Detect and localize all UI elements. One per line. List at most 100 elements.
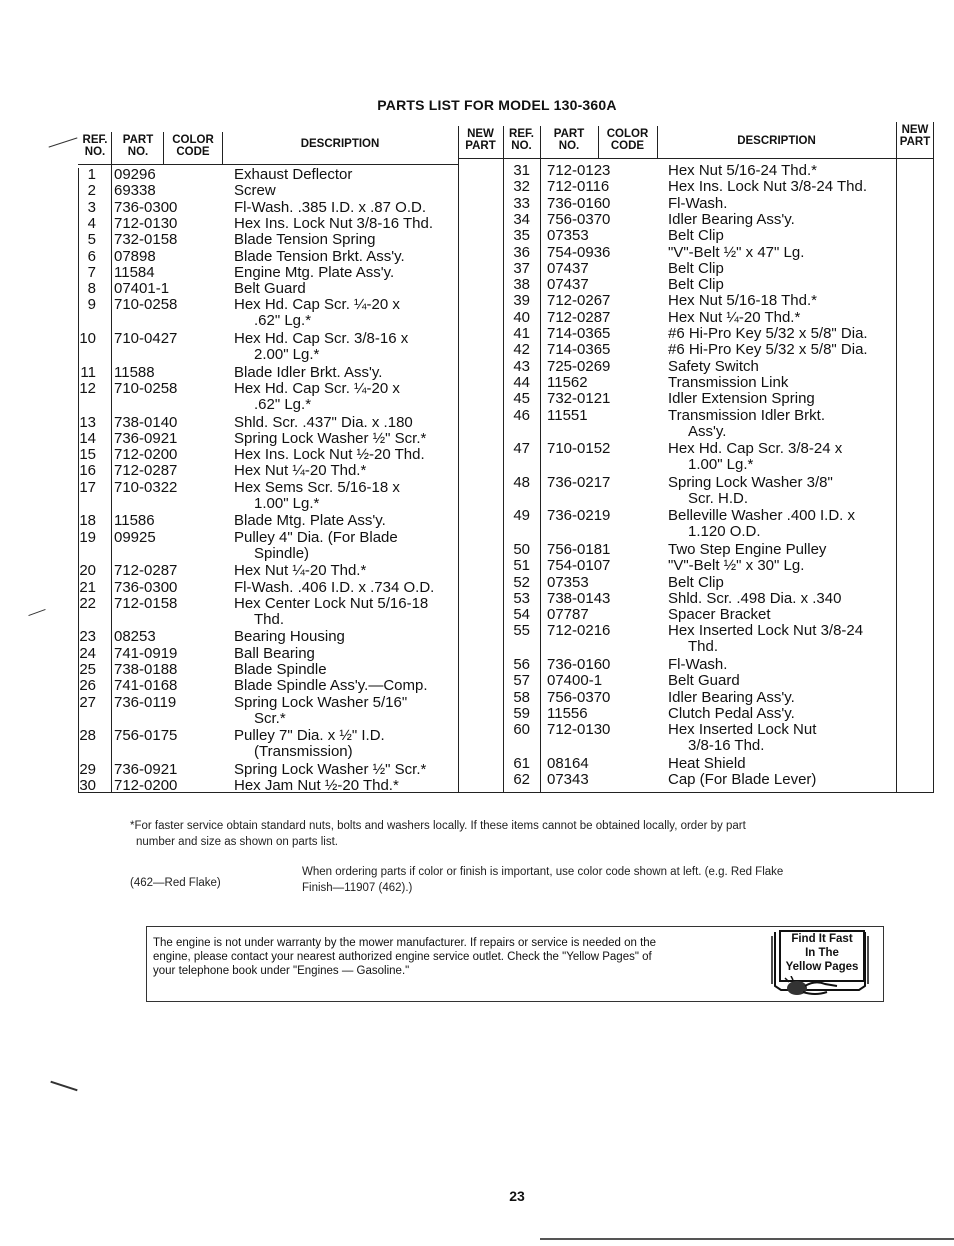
description-line: Belt Clip <box>668 259 724 277</box>
col-divider-new-part-left <box>458 126 459 792</box>
part-description: Blade Tension Spring <box>234 232 376 248</box>
part-description: Hex Nut ¼-20 Thd.* <box>234 563 366 579</box>
part-description: Safety Switch <box>668 358 759 375</box>
part-number: 712-0200 <box>114 777 178 795</box>
description-line: Hex Inserted Lock Nut <box>668 721 817 739</box>
ref-number: 15 <box>79 446 96 464</box>
ref-number: 29 <box>79 760 96 778</box>
part-number: 725-0269 <box>547 357 611 375</box>
header-ref-no-right: REF. NO. <box>503 128 540 152</box>
description-line: Blade Tension Brkt. Ass'y. <box>234 247 405 265</box>
part-number: 712-0287 <box>114 562 178 580</box>
part-description: Hex Ins. Lock Nut 3/8-16 Thd. <box>234 215 433 232</box>
part-description: Hex Center Lock Nut 5/16-18 Thd. <box>234 595 428 628</box>
ref-number: 53 <box>513 589 530 607</box>
part-number: 09296 <box>114 166 156 183</box>
part-description: Hex Hd. Cap Scr. ¼-20 x .62" Lg.* <box>234 297 400 329</box>
header-new-line2: PART <box>899 136 931 148</box>
description-line: Blade Idler Brkt. Ass'y. <box>234 363 383 381</box>
color-footnote: When ordering parts if color or finish i… <box>302 864 902 896</box>
table-bottom-border <box>78 792 934 793</box>
ref-number: 38 <box>513 276 530 294</box>
ref-number: 61 <box>513 754 530 772</box>
description-line: Belt Guard <box>234 280 306 298</box>
description-line: Belt Clip <box>668 573 724 591</box>
part-number: 11556 <box>547 704 588 722</box>
part-number: 07437 <box>547 276 589 294</box>
part-description: Spring Lock Washer 5/16" Scr.* <box>234 694 407 727</box>
ref-number: 45 <box>513 390 530 408</box>
description-line: Shld. Scr. .437" Dia. x .180 <box>234 413 413 431</box>
description-line: (Transmission) <box>254 743 353 761</box>
part-number: 712-0287 <box>547 308 611 326</box>
description-line: Spring Lock Washer 3/8" <box>668 473 833 491</box>
part-number: 712-0267 <box>547 292 611 310</box>
header-ref-line2: NO. <box>84 146 106 158</box>
ref-number: 19 <box>79 528 96 546</box>
part-number: 736-0160 <box>547 194 611 212</box>
header-part-line2: NO. <box>558 140 580 152</box>
badge-line3: Yellow Pages <box>785 961 859 973</box>
asterisk-footnote-line1: *For faster service obtain standard nuts… <box>130 820 746 832</box>
part-description: Hex Sems Scr. 5/16-18 x 1.00" Lg.* <box>234 478 400 512</box>
part-description: Idler Bearing Ass'y. <box>668 210 795 228</box>
description-line: Pulley 7" Dia. x ½" I.D. <box>234 727 385 745</box>
part-number: 756-0370 <box>547 688 611 706</box>
engine-warranty-text: The engine is not under warranty by the … <box>153 936 769 978</box>
part-description: Spring Lock Washer ½" Scr.* <box>234 430 426 447</box>
part-description: Hex Jam Nut ½-20 Thd.* <box>234 778 399 794</box>
header-description-right: DESCRIPTION <box>737 135 816 147</box>
part-number: 11551 <box>547 406 588 424</box>
header-color-line2: CODE <box>176 146 210 158</box>
part-number: 07353 <box>547 227 589 245</box>
part-description: Fl-Wash. .406 I.D. x .734 O.D. <box>234 579 434 596</box>
ref-number: 58 <box>513 688 530 706</box>
part-description: Transmission Idler Brkt. Ass'y. <box>668 407 825 440</box>
header-part-no-left: PART NO. <box>112 134 164 158</box>
ref-number: 9 <box>87 296 96 314</box>
part-number: 712-0287 <box>114 462 178 480</box>
part-number: 11584 <box>114 263 155 281</box>
ref-number: 35 <box>513 227 530 245</box>
description-line: Hex Nut ¼-20 Thd.* <box>234 462 367 480</box>
header-color-code-right: COLOR CODE <box>598 128 657 152</box>
part-description: Pulley 4" Dia. (For Blade Spindle) <box>234 529 398 562</box>
header-divider-right <box>458 158 934 159</box>
page-title: PARTS LIST FOR MODEL 130-360A <box>377 97 617 113</box>
part-description: Clutch Pedal Ass'y. <box>668 704 795 722</box>
part-description: Hex Nut 5/16-24 Thd.* <box>668 163 817 179</box>
part-description: Shld. Scr. .498 Dia. x .340 <box>668 590 841 607</box>
part-number: 756-0175 <box>114 727 178 745</box>
part-number: 710-0322 <box>114 478 178 496</box>
description-line: Fl-Wash. <box>668 656 728 673</box>
asterisk-footnote-line2: number and size as shown on parts list. <box>136 836 338 848</box>
part-number: 09925 <box>114 528 156 546</box>
description-line: Clutch Pedal Ass'y. <box>668 704 795 722</box>
color-example-label: (462—Red Flake) <box>130 877 221 889</box>
description-line: Hex Nut ¼-20 Thd.* <box>668 308 801 326</box>
part-description: Screw <box>234 183 276 199</box>
part-description: Heat Shield <box>668 755 746 772</box>
ref-number: 11 <box>80 363 96 381</box>
scan-artifact <box>50 1080 78 1092</box>
scan-artifact <box>540 1238 954 1240</box>
description-line: Screw <box>234 182 276 200</box>
description-line: Two Step Engine Pulley <box>668 540 827 558</box>
part-number: 736-0217 <box>547 473 611 491</box>
part-number: 07343 <box>547 771 589 789</box>
description-line: Bearing Housing <box>234 628 345 646</box>
part-description: Hex Ins. Lock Nut 3/8-24 Thd. <box>668 179 867 195</box>
col-divider-mid <box>503 126 504 792</box>
description-line: Idler Bearing Ass'y. <box>668 210 795 228</box>
description-line: Blade Tension Spring <box>234 231 376 249</box>
part-description: Shld. Scr. .437" Dia. x .180 <box>234 413 413 431</box>
part-description: Blade Idler Brkt. Ass'y. <box>234 363 383 381</box>
part-number: 741-0168 <box>114 677 178 695</box>
part-description: Fl-Wash. <box>668 657 727 673</box>
header-part-no-right: PART NO. <box>540 128 598 152</box>
part-number: 07400-1 <box>547 672 603 690</box>
description-line: Hex Sems Scr. 5/16-18 x <box>234 478 400 496</box>
part-description: Belt Guard <box>234 281 306 297</box>
ref-number: 44 <box>513 373 530 391</box>
page-number: 23 <box>509 1188 525 1204</box>
